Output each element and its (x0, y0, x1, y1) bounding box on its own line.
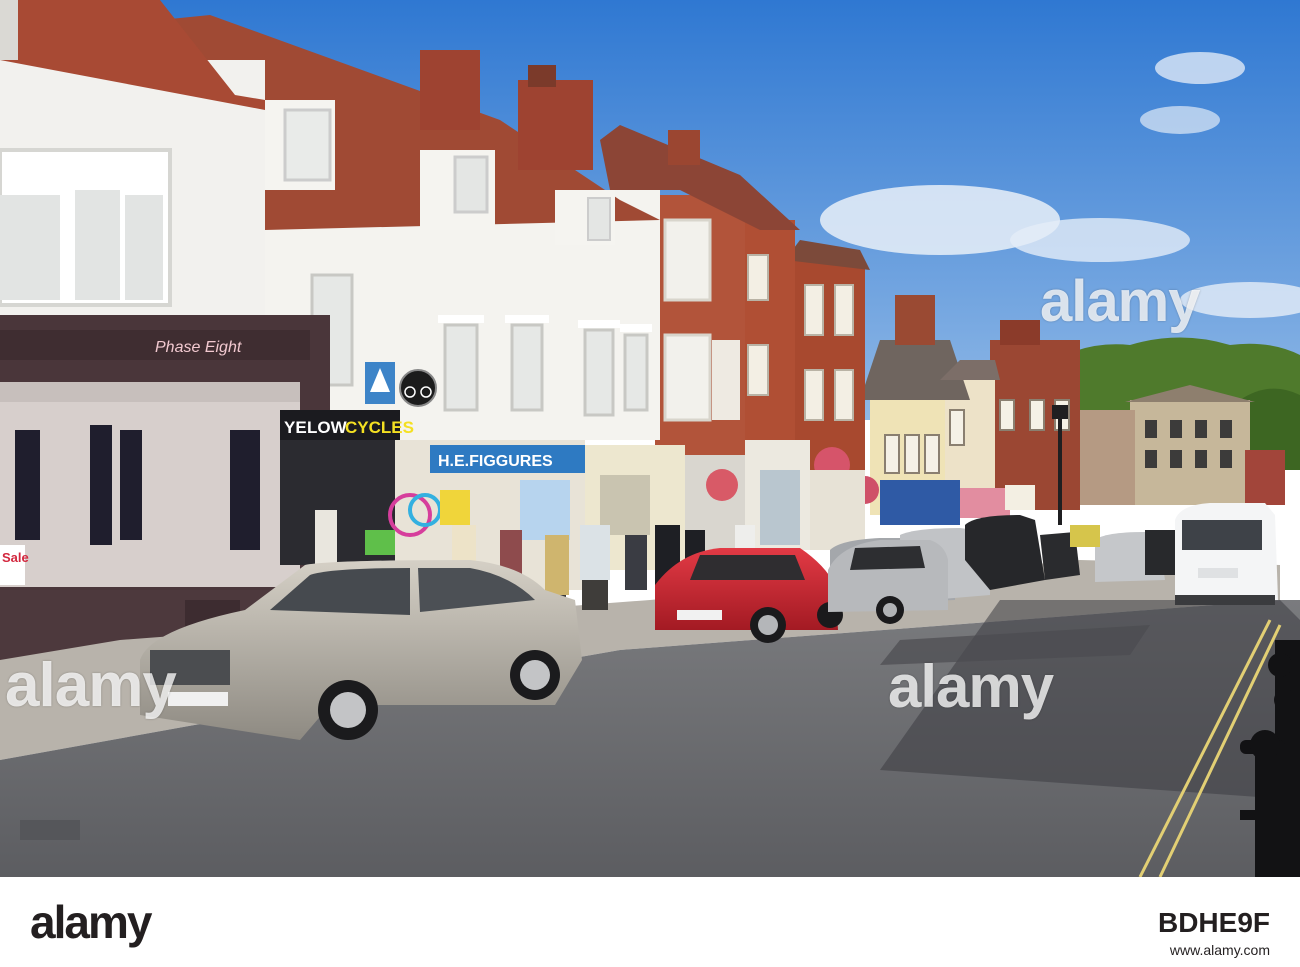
bicycle-sign (399, 369, 437, 407)
cloud (1155, 52, 1245, 84)
watermark: alamy (1040, 269, 1200, 334)
svg-text:LOW: LOW (307, 418, 348, 437)
cloud (1010, 218, 1190, 262)
image-id: BDHE9F (1157, 907, 1270, 938)
site-url: www.alamy.com (1169, 942, 1270, 958)
sale-sign: Sale (2, 550, 29, 565)
watermark: alamy (888, 653, 1054, 720)
stock-photo: Phase Eight Sale YE LOW CYCLES H.E.FIGGU… (0, 0, 1300, 967)
phase-eight-sign: Phase Eight (155, 339, 242, 356)
street-scene-photo: Phase Eight Sale YE LOW CYCLES H.E.FIGGU… (0, 0, 1300, 877)
street-lamp (1058, 415, 1062, 525)
cloud (1140, 106, 1220, 134)
alamy-logo: alamy (30, 896, 152, 948)
yellow-cycles-sign: CYCLES (345, 418, 414, 437)
svg-text:YE: YE (284, 418, 307, 437)
hanging-basket (706, 469, 738, 501)
watermark: alamy (5, 651, 177, 720)
stock-footer (0, 877, 1300, 967)
white-van (1175, 503, 1278, 605)
red-hatchback (655, 548, 843, 643)
figgures-sign: H.E.FIGGURES (438, 453, 553, 470)
